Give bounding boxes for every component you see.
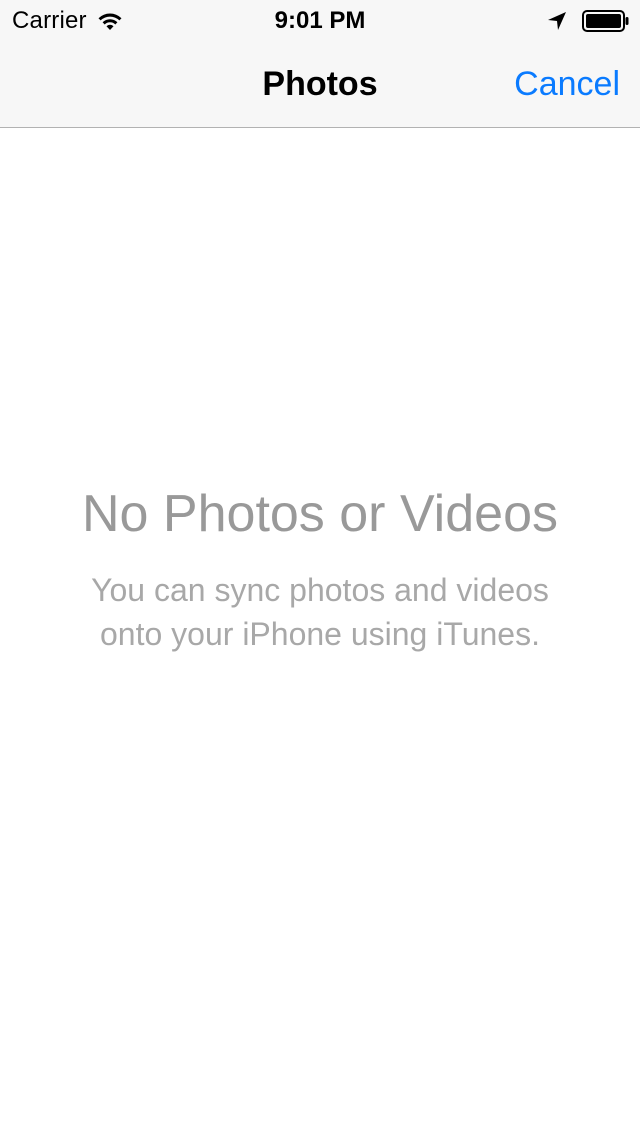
- empty-state-title: No Photos or Videos: [82, 485, 558, 543]
- empty-state-message-line-1: You can sync photos and videos: [91, 572, 549, 608]
- status-time: 9:01 PM: [274, 7, 366, 34]
- navigation-bar: Photos Cancel: [0, 40, 640, 128]
- battery-icon: [582, 10, 630, 32]
- photos-screen: Carrier 9:01 PM Photos Cancel No Photos …: [0, 0, 640, 1136]
- empty-state: No Photos or Videos You can sync photos …: [0, 480, 640, 656]
- cancel-button[interactable]: Cancel: [514, 40, 620, 128]
- empty-state-message-line-2: onto your iPhone using iTunes.: [100, 616, 540, 652]
- status-bar: Carrier 9:01 PM: [0, 0, 640, 40]
- status-right-icons: [546, 6, 630, 36]
- top-bar: Carrier 9:01 PM Photos Cancel: [0, 0, 640, 128]
- empty-state-message: You can sync photos and videos onto your…: [50, 568, 590, 656]
- location-arrow-icon: [546, 10, 568, 32]
